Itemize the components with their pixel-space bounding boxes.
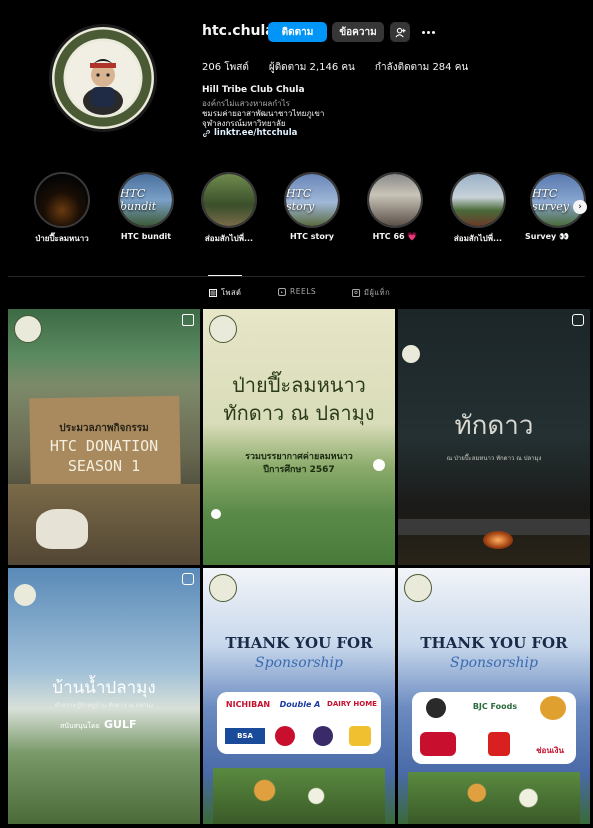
highlight-label-3: ส่อมสักไปพี่...	[204, 234, 254, 243]
post-tile-5[interactable]: THANK YOU FOR Sponsorship NICHIBAN Doubl…	[203, 568, 395, 824]
post-5-title-2: Sponsorship	[255, 655, 343, 671]
message-button[interactable]: ข้อความ	[332, 22, 384, 42]
tab-posts[interactable]: โพสต์	[209, 287, 241, 299]
flower-field	[213, 768, 385, 824]
bio-link[interactable]: linktr.ee/htcchula	[202, 128, 297, 138]
highlight-cover-story: HTC story	[286, 174, 338, 226]
highlight-5[interactable]	[367, 172, 423, 228]
highlight-1[interactable]	[34, 172, 90, 228]
post-4-logo	[14, 584, 36, 606]
post-tile-4[interactable]: บ้านน้ำปลามุง ทำความรู้จักหมู่บ้าน ทักดา…	[8, 568, 200, 824]
sponsor-nichiban: NICHIBAN	[225, 700, 271, 709]
tagged-icon	[352, 289, 360, 297]
highlight-label-5: HTC 66 💗	[372, 232, 418, 241]
following-count[interactable]: กำลังติดตาม 284 คน	[375, 60, 468, 75]
reels-icon	[572, 314, 584, 326]
post-2-subtitle-2: ปีการศึกษา 2567	[263, 465, 335, 475]
username: htc.chula	[202, 23, 275, 39]
tab-tagged[interactable]: มีผู้แท็ก	[352, 287, 390, 299]
tab-posts-label: โพสต์	[221, 288, 242, 297]
post-tile-2[interactable]: ป่ายปี๊ะลมหนาว ทักดาว ณ ปลามุง รวมบรรยาก…	[203, 309, 395, 565]
follower-count[interactable]: ผู้ติดตาม 2,146 คน	[269, 60, 355, 75]
sponsor-logo-badge	[488, 732, 510, 756]
sponsor-logo-badge	[313, 726, 333, 746]
reels-icon	[278, 287, 286, 296]
post-count[interactable]: 206 โพสต์	[202, 60, 249, 75]
post-tile-1[interactable]: ประมวลภาพกิจกรรม HTC DONATION SEASON 1	[8, 309, 200, 565]
highlight-label-7: Survey 👀	[524, 232, 569, 241]
post-tile-3[interactable]: ทักดาว ณ ป่ายปี๊ะลมหนาว ทักดาว ณ ปลามุง	[398, 309, 590, 565]
post-6-title: THANK YOU FOR	[420, 634, 568, 652]
post-4-sponsor-brand: GULF	[104, 718, 137, 731]
flower-decoration	[373, 459, 385, 471]
sponsor-dairy-home: DAIRY HOME	[327, 700, 377, 708]
highlight-label-1: ป่ายปี๊ะลมหนาว	[35, 234, 89, 243]
sponsor-logo-badge	[349, 726, 371, 746]
chevron-right-icon[interactable]: ›	[573, 200, 587, 214]
highlight-label-4: HTC story	[289, 232, 335, 241]
follow-button[interactable]: ติดตาม	[268, 22, 327, 42]
grid-icon	[209, 289, 217, 297]
post-4-title: บ้านน้ำปลามุง	[52, 678, 156, 698]
suggest-user-button[interactable]	[390, 22, 410, 42]
post-4-subtitle: ทำความรู้จักหมู่บ้าน ทักดาว ณ ปลามุง	[54, 702, 154, 709]
highlight-3[interactable]	[201, 172, 257, 228]
post-tile-6[interactable]: THANK YOU FOR Sponsorship BJC Foods ช่อน…	[398, 568, 590, 824]
post-3-subtitle: ณ ป่ายปี๊ะลมหนาว ทักดาว ณ ปลามุง	[446, 455, 542, 462]
highlight-6[interactable]	[450, 172, 506, 228]
post-6-title-2: Sponsorship	[450, 655, 538, 671]
tab-reels[interactable]: REELS	[278, 287, 316, 296]
post-1-logo	[14, 315, 42, 343]
highlight-label-6: ส่อมสักไปพี่...	[453, 234, 503, 243]
sheep-image	[36, 509, 88, 549]
sponsor-logo-badge	[540, 696, 566, 720]
tab-tagged-label: มีผู้แท็ก	[364, 288, 391, 297]
post-1-title: HTC DONATION	[49, 437, 159, 455]
active-tab-indicator	[208, 275, 242, 276]
highlight-label-2: HTC bundit	[120, 232, 172, 241]
highlight-cover-group	[369, 174, 421, 226]
post-4-sponsor-label: สนับสนุนโดย	[60, 722, 100, 730]
sponsor-logo-badge	[275, 726, 295, 746]
add-user-icon	[394, 27, 406, 37]
tab-reels-label: REELS	[290, 287, 317, 296]
post-2-subtitle: รวมบรรยากาศค่ายลมหนาว	[245, 452, 353, 462]
carousel-icon	[182, 314, 194, 326]
highlight-cover-bundit: HTC bundit	[120, 174, 172, 226]
sponsor-double-a: Double A	[279, 700, 321, 709]
highlight-cover-village	[452, 174, 504, 226]
sponsor-logo-badge	[426, 698, 446, 718]
post-1-subtitle: ประมวลภาพกิจกรรม	[59, 423, 149, 434]
sponsor-logo-panel: BJC Foods ช่อนเงิน	[412, 692, 576, 764]
flower-field	[408, 772, 580, 824]
post-6-logo	[404, 574, 432, 602]
sponsor-logo-badge	[420, 732, 456, 756]
post-1-title-2: SEASON 1	[67, 457, 141, 475]
post-3-logo	[402, 345, 420, 363]
highlight-2[interactable]: HTC bundit	[118, 172, 174, 228]
profile-avatar[interactable]	[49, 24, 157, 132]
sponsor-chon-ngoen: ช่อนเงิน	[536, 746, 564, 755]
sponsor-bjc-foods: BJC Foods	[472, 702, 518, 711]
sponsor-logo-panel: NICHIBAN Double A DAIRY HOME BSA	[217, 692, 381, 754]
highlight-cover-forest	[203, 174, 255, 226]
reels-icon	[182, 573, 194, 585]
tabs-divider	[8, 276, 585, 277]
more-options-icon[interactable]	[418, 22, 438, 42]
post-5-title: THANK YOU FOR	[225, 634, 373, 652]
profile-stats: 206 โพสต์ ผู้ติดตาม 2,146 คน กำลังติดตาม…	[202, 60, 468, 75]
sponsor-bsa: BSA	[225, 728, 265, 744]
post-5-logo	[209, 574, 237, 602]
bio-link-text: linktr.ee/htcchula	[214, 128, 298, 138]
highlight-4[interactable]: HTC story	[284, 172, 340, 228]
bio-name: Hill Tribe Club Chula	[202, 85, 305, 95]
post-3-title: ทักดาว	[454, 411, 534, 441]
post-2-logo	[209, 315, 237, 343]
post-2-title-2: ทักดาว ณ ปลามุง	[223, 401, 375, 425]
link-icon	[203, 129, 210, 137]
highlight-cover-campfire	[36, 174, 88, 226]
flower-decoration	[211, 509, 221, 519]
campfire-glow	[483, 531, 513, 549]
